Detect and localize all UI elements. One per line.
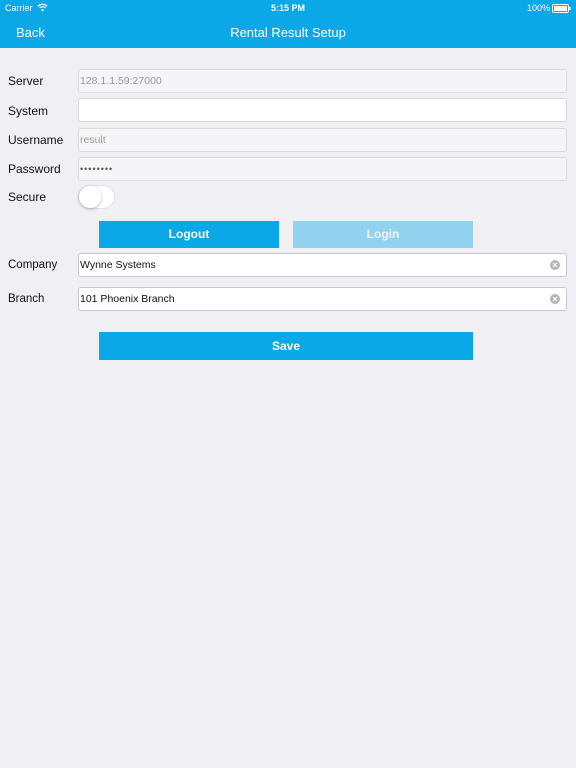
branch-field[interactable]: 101 Phoenix Branch: [78, 287, 567, 311]
username-label: Username: [8, 133, 64, 147]
battery-icon: [552, 4, 571, 13]
secure-toggle[interactable]: [78, 185, 115, 209]
company-field[interactable]: Wynne Systems: [78, 253, 567, 277]
password-value: ••••••••: [80, 164, 114, 174]
company-label: Company: [8, 259, 58, 271]
status-bar: Carrier 5:15 PM 100%: [0, 0, 576, 16]
clear-icon[interactable]: [550, 294, 560, 304]
password-label: Password: [8, 162, 61, 176]
password-field[interactable]: ••••••••: [78, 157, 567, 181]
branch-label: Branch: [8, 293, 45, 305]
server-field[interactable]: 128.1.1.59:27000: [78, 69, 567, 93]
system-label: System: [8, 104, 49, 118]
status-time: 5:15 PM: [270, 3, 305, 13]
login-button[interactable]: Login: [293, 221, 473, 248]
server-label: Server: [8, 74, 44, 88]
save-button[interactable]: Save: [99, 332, 473, 360]
username-field[interactable]: result: [78, 128, 567, 152]
system-field[interactable]: [78, 98, 567, 122]
company-value: Wynne Systems: [80, 259, 156, 271]
page-title: Rental Result Setup: [230, 25, 346, 40]
battery-percent: 100%: [526, 3, 550, 13]
branch-value: 101 Phoenix Branch: [80, 293, 175, 305]
secure-label: Secure: [8, 190, 47, 204]
toggle-knob: [79, 186, 101, 208]
nav-bar: Back Rental Result Setup: [0, 16, 576, 48]
clear-icon[interactable]: [550, 260, 560, 270]
logout-button[interactable]: Logout: [99, 221, 279, 248]
top-bar: Carrier 5:15 PM 100% Back Rental Result …: [0, 0, 576, 48]
